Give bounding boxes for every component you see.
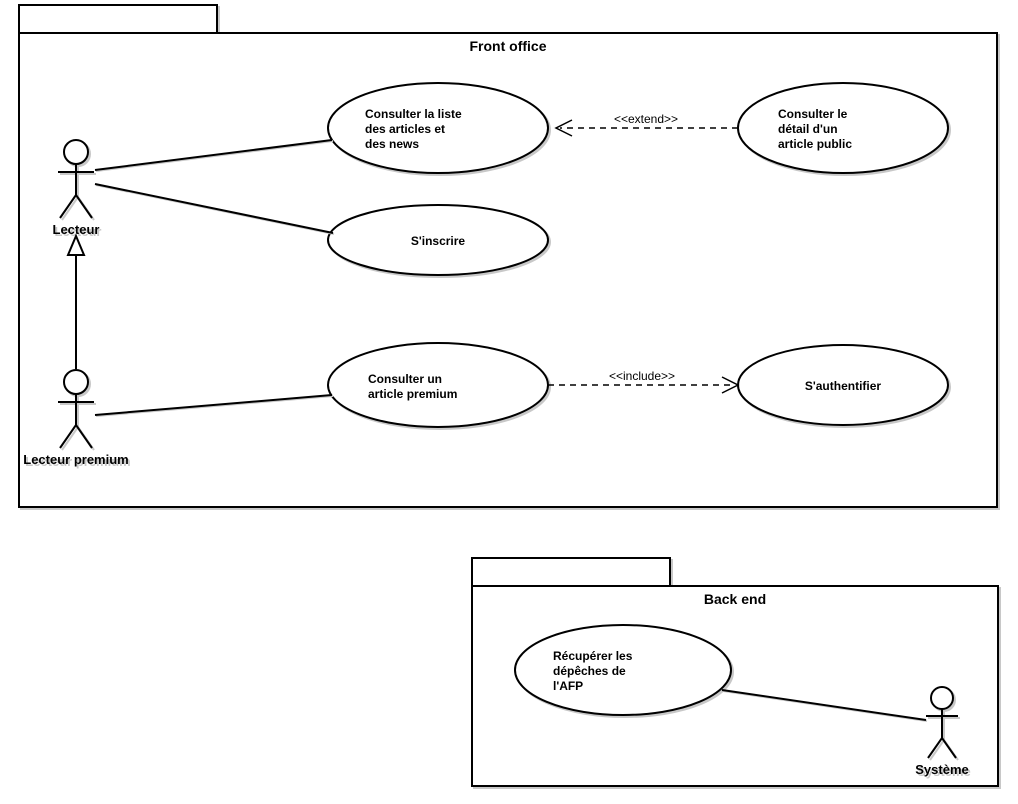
usecase-recuperer-depeches: Récupérer les dépêches de l'AFP [515, 625, 731, 715]
svg-text:article public: article public [778, 137, 852, 151]
svg-text:dépêches de: dépêches de [553, 664, 626, 678]
package-front-title: Front office [470, 38, 547, 54]
usecase-consulter-premium: Consulter un article premium [328, 343, 548, 427]
svg-text:détail d'un: détail d'un [778, 122, 838, 136]
svg-text:des articles et: des articles et [365, 122, 445, 136]
usecase-consulter-liste: Consulter la liste des articles et des n… [328, 83, 548, 173]
svg-text:Consulter un: Consulter un [368, 372, 442, 386]
svg-text:l'AFP: l'AFP [553, 679, 583, 693]
extend-label: <<extend>> [614, 112, 678, 126]
svg-text:Récupérer les: Récupérer les [553, 649, 633, 663]
svg-text:des news: des news [365, 137, 419, 151]
actor-lecteur-premium-label: Lecteur premium [23, 452, 128, 467]
usecase-sinscrire: S'inscrire [328, 205, 548, 275]
package-back-title: Back end [704, 591, 766, 607]
actor-systeme-label: Système [915, 762, 968, 777]
usecase-consulter-detail: Consulter le détail d'un article public [738, 83, 948, 173]
uml-usecase-diagram: Front office Lecteur Lecteur premium Con… [0, 0, 1018, 804]
svg-text:S'inscrire: S'inscrire [411, 234, 466, 248]
svg-text:Consulter le: Consulter le [778, 107, 848, 121]
include-label: <<include>> [609, 369, 675, 383]
svg-text:S'authentifier: S'authentifier [805, 379, 882, 393]
usecase-sauthentifier: S'authentifier [738, 345, 948, 425]
svg-text:Consulter la liste: Consulter la liste [365, 107, 462, 121]
svg-text:article premium: article premium [368, 387, 457, 401]
